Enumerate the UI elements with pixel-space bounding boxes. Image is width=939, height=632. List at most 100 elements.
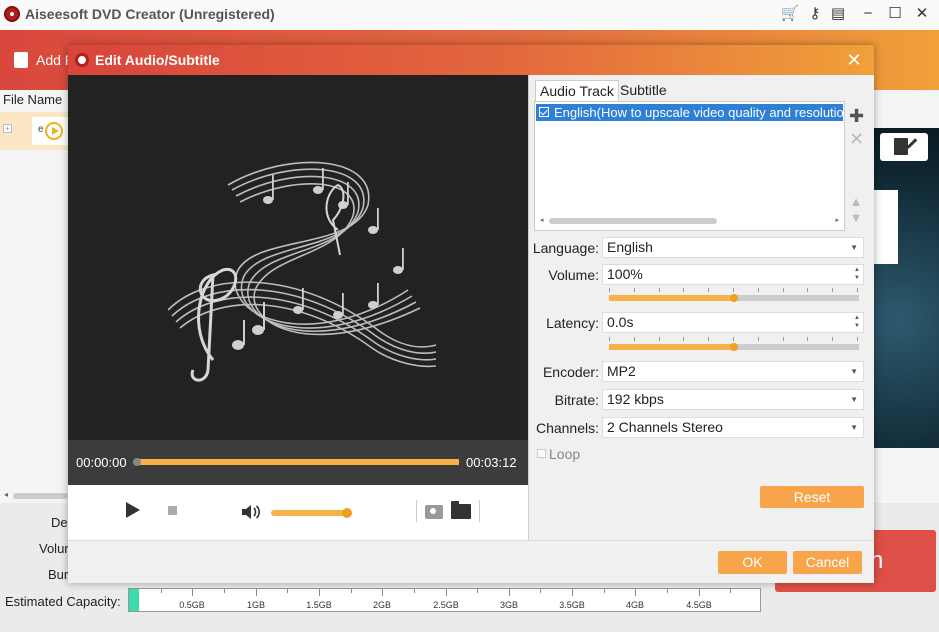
slider-tick <box>807 337 808 341</box>
maximize-icon[interactable]: ☐ <box>885 5 905 23</box>
channels-select[interactable]: 2 Channels Stereo ▼ <box>602 417 864 438</box>
capacity-tick-label: 2GB <box>372 600 392 610</box>
slider-tick <box>683 288 684 292</box>
ok-button[interactable]: OK <box>718 551 787 574</box>
tab-subtitle[interactable]: Subtitle <box>616 80 671 101</box>
capacity-tick <box>730 589 731 593</box>
scroll-right-icon[interactable]: ▸ <box>835 216 839 224</box>
volume-value: 100% <box>607 266 643 282</box>
encoder-select[interactable]: MP2 ▼ <box>602 361 864 382</box>
volume-slider-handle[interactable] <box>730 294 738 302</box>
separator <box>479 500 480 522</box>
total-time: 00:03:12 <box>466 455 517 470</box>
scroll-left-icon[interactable]: ◂ <box>540 216 544 224</box>
capacity-tick <box>446 589 447 596</box>
volume-stepper[interactable]: 100% ▲ ▼ <box>602 264 864 285</box>
capacity-tick <box>319 589 320 596</box>
bitrate-select[interactable]: 192 kbps ▼ <box>602 389 864 410</box>
cart-icon[interactable]: 🛒 <box>780 5 800 23</box>
slider-tick <box>857 288 858 292</box>
track-list-scrollbar[interactable]: ◂ ▸ <box>537 216 842 226</box>
close-window-icon[interactable]: ✕ <box>912 5 932 23</box>
file-row[interactable]: + e <box>0 112 70 150</box>
capacity-tick <box>635 589 636 596</box>
capacity-tick-label: 1.5GB <box>306 600 332 610</box>
expand-icon[interactable]: + <box>3 124 12 133</box>
player-volume-slider[interactable] <box>271 510 349 516</box>
dialog-title: Edit Audio/Subtitle <box>95 52 220 68</box>
track-label: English(How to upscale video quality and… <box>554 105 843 120</box>
speaker-icon[interactable] <box>241 503 261 521</box>
open-folder-icon[interactable] <box>451 501 471 519</box>
destination-label: De <box>51 515 68 530</box>
dialog-footer: OK Cancel <box>68 540 874 583</box>
latency-slider[interactable] <box>609 337 859 353</box>
play-icon[interactable] <box>126 502 140 518</box>
slider-tick <box>832 337 833 341</box>
player-controls <box>68 485 528 540</box>
play-file-icon[interactable] <box>45 122 63 140</box>
dialog-close-icon[interactable]: ✕ <box>844 49 864 71</box>
loop-checkbox[interactable]: Loop <box>537 446 580 462</box>
tab-audio-track[interactable]: Audio Track <box>535 80 619 101</box>
capacity-tick <box>382 589 383 596</box>
snapshot-camera-icon[interactable] <box>425 505 443 519</box>
latency-stepper[interactable]: 0.0s ▲ ▼ <box>602 312 864 333</box>
stop-icon[interactable] <box>168 506 177 515</box>
separator <box>416 500 417 522</box>
edit-menu-button[interactable] <box>880 133 928 161</box>
remove-track-icon[interactable]: ✕ <box>849 130 864 148</box>
capacity-fill <box>129 589 139 611</box>
player-volume-handle[interactable] <box>342 508 353 518</box>
cancel-button[interactable]: Cancel <box>793 551 862 574</box>
dialog-titlebar: Edit Audio/Subtitle ✕ <box>68 45 874 75</box>
file-name-header[interactable]: File Name <box>0 92 70 112</box>
bitrate-label: Bitrate: <box>554 392 599 408</box>
file-list-scrollbar[interactable]: ◂ <box>0 490 70 502</box>
add-track-icon[interactable]: ✚ <box>849 107 864 125</box>
channels-value: 2 Channels Stereo <box>607 419 723 435</box>
capacity-tick <box>509 589 510 596</box>
slider-tick <box>708 288 709 292</box>
latency-slider-handle[interactable] <box>730 343 738 351</box>
slider-tick <box>758 337 759 341</box>
capacity-tick <box>699 589 700 596</box>
current-time: 00:00:00 <box>76 455 127 470</box>
key-icon[interactable]: ⚷ <box>805 5 825 23</box>
slider-tick <box>733 288 734 292</box>
encoder-label: Encoder: <box>542 364 599 380</box>
language-select[interactable]: English ▼ <box>602 237 864 258</box>
audio-track-item[interactable]: English(How to upscale video quality and… <box>536 104 843 121</box>
video-preview <box>68 75 528 440</box>
seek-slider[interactable] <box>136 459 459 465</box>
add-file-icon[interactable] <box>14 52 28 68</box>
loop-checkbox-box[interactable] <box>537 449 546 458</box>
move-down-icon[interactable]: ▼ <box>849 209 863 227</box>
spin-arrows-icon[interactable]: ▲ ▼ <box>854 266 860 282</box>
preview-panel <box>874 190 898 264</box>
track-checkbox[interactable] <box>539 107 549 117</box>
dialog-logo-icon <box>75 53 89 67</box>
reset-button[interactable]: Reset <box>760 486 864 508</box>
capacity-tick <box>224 589 225 593</box>
slider-tick <box>783 288 784 292</box>
volume-slider[interactable] <box>609 288 859 304</box>
slider-tick <box>783 337 784 341</box>
capacity-tick <box>414 589 415 593</box>
file-row-label: e <box>38 124 44 135</box>
audio-settings-panel: Audio Track Subtitle English(How to upsc… <box>528 75 874 540</box>
spin-arrows-icon[interactable]: ▲ ▼ <box>854 314 860 330</box>
music-notes-artwork <box>168 161 437 382</box>
scroll-left-icon[interactable]: ◂ <box>4 490 8 499</box>
capacity-tick <box>540 589 541 593</box>
edit-audio-subtitle-dialog: Edit Audio/Subtitle ✕ 00:00:00 00:03:12 … <box>68 45 874 583</box>
feedback-icon[interactable]: ▤ <box>828 5 848 23</box>
seek-handle[interactable] <box>133 458 141 466</box>
capacity-tick-label: 3GB <box>499 600 519 610</box>
scrollbar-thumb[interactable] <box>13 493 68 499</box>
slider-tick <box>634 288 635 292</box>
minimize-icon[interactable]: − <box>858 5 878 23</box>
track-scroll-thumb[interactable] <box>549 218 717 224</box>
capacity-tick-label: 1GB <box>246 600 266 610</box>
chevron-down-icon: ▼ <box>850 243 858 252</box>
